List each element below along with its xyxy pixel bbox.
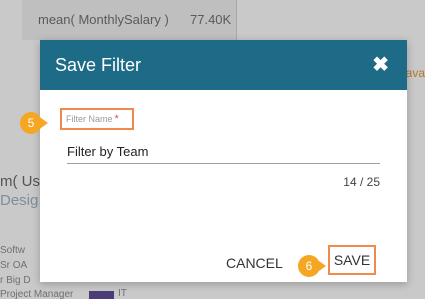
filter-name-label: Filter Name * bbox=[60, 108, 134, 130]
background-metric-label: mean( MonthlySalary ) bbox=[38, 12, 169, 27]
close-icon[interactable]: ✖ bbox=[372, 55, 389, 75]
save-button-label: SAVE bbox=[333, 252, 371, 268]
background-small-text: IT bbox=[118, 288, 127, 299]
background-small-text: r Big D bbox=[0, 275, 31, 286]
background-right-fragment: ava bbox=[405, 66, 425, 80]
cancel-button[interactable]: CANCEL bbox=[226, 255, 283, 271]
required-mark: * bbox=[114, 113, 119, 125]
save-filter-dialog: Save Filter ✖ Filter Name * 14 / 25 CANC… bbox=[40, 40, 407, 282]
background-small-text: Project Manager bbox=[0, 289, 74, 299]
filter-name-label-text: Filter Name bbox=[66, 114, 113, 124]
background-small-text: Sr OA bbox=[0, 260, 28, 271]
filter-name-input[interactable] bbox=[67, 140, 380, 164]
background-left-fragment-1: m( Us bbox=[0, 173, 40, 190]
step-badge-6: 6 bbox=[298, 255, 326, 277]
dialog-header: Save Filter ✖ bbox=[40, 40, 407, 90]
character-counter: 14 / 25 bbox=[343, 175, 380, 189]
background-left-fragment-2: Desig bbox=[0, 192, 39, 209]
dialog-title: Save Filter bbox=[55, 54, 142, 75]
background-metric-value: 77.40K bbox=[190, 12, 232, 27]
save-button[interactable]: SAVE bbox=[328, 245, 376, 275]
background-bar bbox=[89, 291, 114, 299]
background-small-text: Softw bbox=[0, 245, 26, 256]
step-badge-5: 5 bbox=[20, 112, 48, 134]
